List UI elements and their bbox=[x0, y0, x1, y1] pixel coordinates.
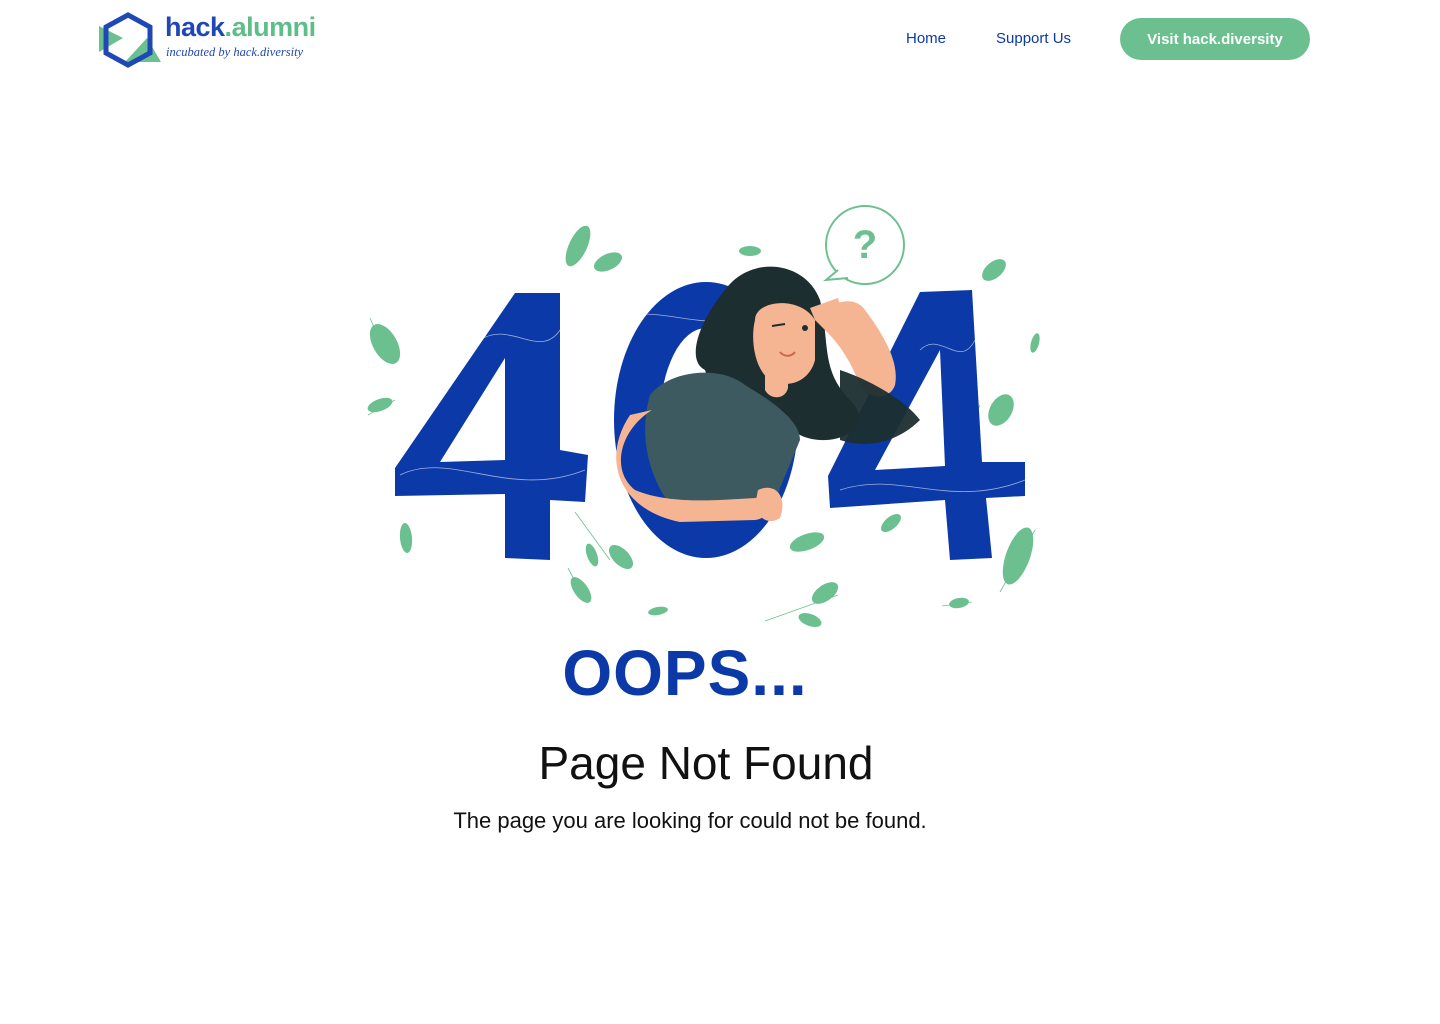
nav-support-us-link[interactable]: Support Us bbox=[996, 30, 1071, 47]
site-logo[interactable]: hack.alumni incubated by hack.diversity bbox=[95, 8, 335, 70]
404-illustration: ? bbox=[367, 205, 1040, 627]
question-bubble-icon: ? bbox=[822, 205, 905, 285]
page-not-found-title: Page Not Found bbox=[538, 737, 874, 789]
visit-hack-diversity-button[interactable]: Visit hack.diversity bbox=[1120, 18, 1310, 60]
site-header: hack.alumni incubated by hack.diversity … bbox=[0, 0, 1440, 80]
not-found-message: The page you are looking for could not b… bbox=[453, 808, 927, 833]
hexagon-logo-icon bbox=[99, 12, 161, 68]
oops-heading: OOPS... bbox=[562, 637, 808, 709]
nav-home-link[interactable]: Home bbox=[906, 30, 946, 47]
logo-wordmark: hack.alumni bbox=[165, 12, 316, 42]
digit-four-left bbox=[395, 293, 588, 560]
logo-tagline: incubated by hack.diversity bbox=[166, 45, 304, 59]
svg-text:?: ? bbox=[853, 223, 877, 267]
